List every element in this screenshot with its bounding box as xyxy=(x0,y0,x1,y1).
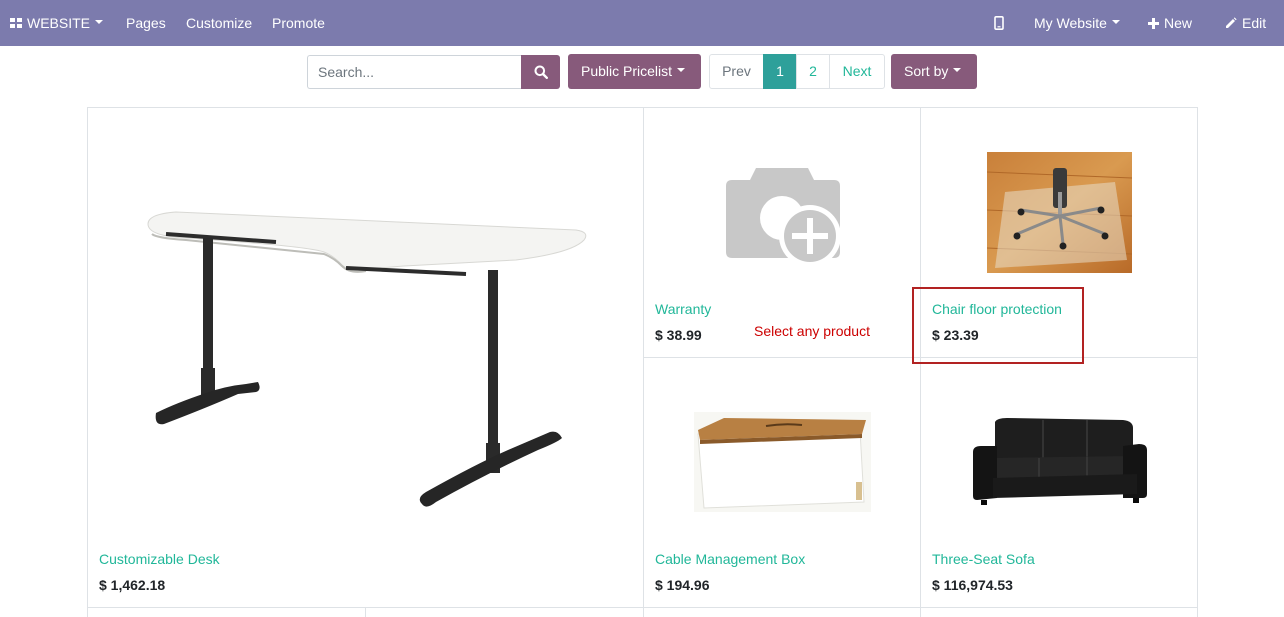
pagination: Prev 1 2 Next xyxy=(709,54,885,89)
product-name[interactable]: Customizable Desk xyxy=(99,551,220,567)
search-button[interactable] xyxy=(521,55,560,89)
pager-page-1[interactable]: 1 xyxy=(763,54,797,89)
product-price: $ 38.99 xyxy=(655,327,702,343)
sofa-image[interactable] xyxy=(973,418,1147,506)
product-card-cable-management-box[interactable]: Cable Management Box $ 194.96 xyxy=(644,358,920,607)
sort-by-label: Sort by xyxy=(904,63,949,79)
cable-box-image[interactable] xyxy=(694,412,871,512)
desk-image[interactable] xyxy=(146,208,591,508)
plus-icon xyxy=(1148,17,1159,29)
caret-down-icon xyxy=(953,68,962,73)
product-name[interactable]: Cable Management Box xyxy=(655,551,805,567)
product-card-three-seat-sofa[interactable]: Three-Seat Sofa $ 116,974.53 xyxy=(921,358,1197,607)
pager-next[interactable]: Next xyxy=(829,54,885,89)
product-card-warranty[interactable]: Warranty $ 38.99 xyxy=(644,108,920,357)
product-price: $ 1,462.18 xyxy=(99,577,166,593)
product-price: $ 194.96 xyxy=(655,577,710,593)
caret-down-icon xyxy=(1111,20,1120,25)
caret-down-icon xyxy=(677,68,686,73)
website-top-bar: WEBSITE Pages Customize Promote My Websi… xyxy=(0,0,1284,46)
search-input[interactable] xyxy=(307,55,521,89)
product-price: $ 116,974.53 xyxy=(932,577,1013,593)
website-label: WEBSITE xyxy=(27,15,91,31)
pencil-icon xyxy=(1226,17,1237,29)
sort-by-dropdown[interactable]: Sort by xyxy=(891,54,977,89)
product-name[interactable]: Three-Seat Sofa xyxy=(932,551,1035,567)
edit-label: Edit xyxy=(1242,15,1267,31)
pager-prev[interactable]: Prev xyxy=(709,54,764,89)
product-name[interactable]: Warranty xyxy=(655,301,711,317)
grid-divider xyxy=(365,607,366,617)
my-website-label: My Website xyxy=(1034,15,1107,31)
highlight-box-chair-floor-protection xyxy=(912,287,1084,364)
edit-button[interactable]: Edit xyxy=(1225,0,1266,46)
grid-border-right xyxy=(1197,107,1198,617)
caret-down-icon xyxy=(95,20,104,25)
chair-mat-image[interactable] xyxy=(987,152,1132,273)
search-icon xyxy=(534,65,548,79)
mobile-phone-icon xyxy=(994,16,1004,31)
grid-divider xyxy=(87,607,1198,608)
camera-placeholder-icon[interactable] xyxy=(724,166,842,268)
menu-pages[interactable]: Pages xyxy=(126,0,166,46)
website-apps-menu[interactable]: WEBSITE xyxy=(10,0,104,46)
menu-customize[interactable]: Customize xyxy=(186,0,252,46)
my-website-dropdown[interactable]: My Website xyxy=(1034,0,1120,46)
menu-promote[interactable]: Promote xyxy=(272,0,325,46)
new-label: New xyxy=(1164,15,1193,31)
apps-grid-icon xyxy=(10,17,23,29)
annotation-select-product: Select any product xyxy=(754,323,870,339)
pricelist-dropdown[interactable]: Public Pricelist xyxy=(568,54,701,89)
mobile-preview-button[interactable] xyxy=(994,0,1004,46)
pricelist-label: Public Pricelist xyxy=(581,63,673,79)
pager-page-2[interactable]: 2 xyxy=(796,54,830,89)
new-button[interactable]: New xyxy=(1148,0,1192,46)
product-card-customizable-desk[interactable]: Customizable Desk $ 1,462.18 xyxy=(88,108,643,607)
